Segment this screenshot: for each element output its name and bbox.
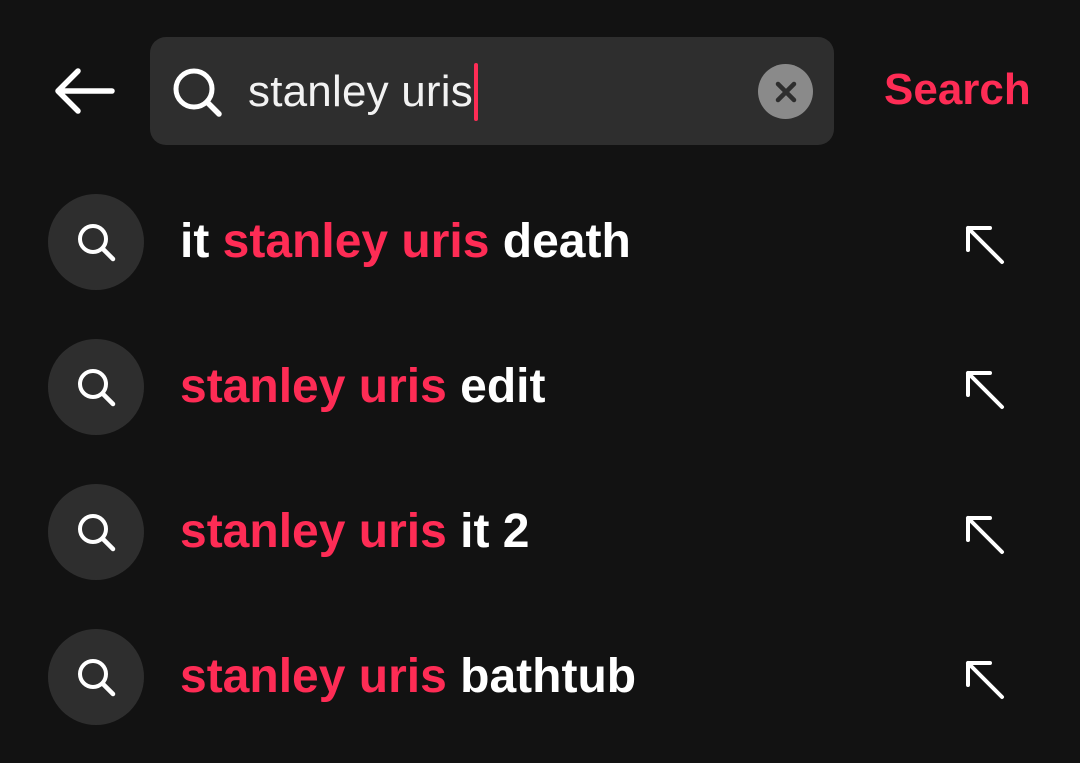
suggestion-suffix: death	[489, 215, 631, 268]
suggestion-item[interactable]: it stanley uris death	[0, 170, 1080, 315]
fill-query-button[interactable]	[958, 363, 1010, 415]
clear-button[interactable]	[758, 64, 813, 119]
search-screen: stanley uris Search it stanley uris deat…	[0, 0, 1080, 763]
suggestion-search-icon-bg	[48, 194, 144, 290]
arrow-up-left-icon	[966, 661, 1004, 699]
suggestion-match: stanley uris	[180, 650, 447, 703]
suggestion-search-icon-bg	[48, 629, 144, 725]
suggestion-text: stanley uris it 2	[180, 500, 529, 564]
arrow-left-icon	[55, 68, 115, 114]
fill-query-button[interactable]	[958, 508, 1010, 560]
fill-query-button[interactable]	[958, 218, 1010, 270]
suggestion-text: stanley uris bathtub	[180, 645, 636, 709]
search-input[interactable]: stanley uris	[248, 61, 748, 123]
suggestion-suffix: it 2	[446, 505, 530, 558]
suggestion-item[interactable]: stanley uris it 2	[0, 460, 1080, 605]
text-caret	[473, 63, 478, 121]
search-icon	[78, 514, 116, 552]
fill-query-button[interactable]	[958, 653, 1010, 705]
suggestion-list: it stanley uris death stanley uris edit	[0, 170, 1080, 750]
search-query-text: stanley uris	[248, 67, 473, 116]
search-icon	[173, 68, 222, 117]
suggestion-item[interactable]: stanley uris bathtub	[0, 605, 1080, 750]
arrow-up-left-icon	[966, 371, 1004, 409]
back-button[interactable]	[46, 58, 122, 124]
suggestion-prefix: it	[180, 215, 223, 268]
suggestion-search-icon-bg	[48, 339, 144, 435]
clear-x-icon	[775, 81, 796, 102]
suggestion-text: stanley uris edit	[180, 355, 545, 419]
suggestion-suffix: bathtub	[446, 650, 637, 703]
suggestion-item[interactable]: stanley uris edit	[0, 315, 1080, 460]
search-box[interactable]: stanley uris	[150, 37, 834, 145]
suggestion-match: stanley uris	[180, 505, 447, 558]
suggestion-match: stanley uris	[222, 215, 490, 268]
search-icon	[78, 369, 116, 407]
arrow-up-left-icon	[966, 516, 1004, 554]
search-icon	[78, 224, 116, 262]
suggestion-suffix: edit	[446, 360, 546, 413]
suggestion-text: it stanley uris death	[180, 210, 631, 274]
search-icon	[78, 659, 116, 697]
search-button[interactable]: Search	[884, 62, 1031, 118]
arrow-up-left-icon	[966, 226, 1004, 264]
suggestion-search-icon-bg	[48, 484, 144, 580]
top-bar: stanley uris Search	[0, 0, 1080, 180]
suggestion-match: stanley uris	[180, 360, 447, 413]
